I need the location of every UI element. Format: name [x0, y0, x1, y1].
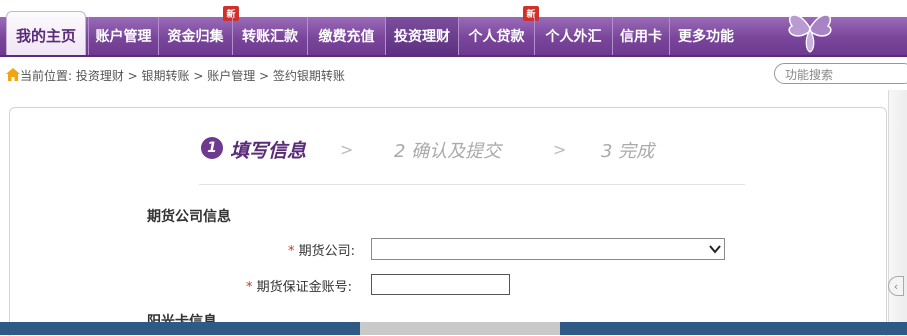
side-scroll-strip: [888, 90, 907, 335]
tab-home[interactable]: 我的主页: [6, 11, 86, 55]
tab-fund-collection[interactable]: 新 资金归集: [158, 6, 239, 55]
step-separator: >: [340, 140, 354, 159]
margin-account-input[interactable]: [371, 274, 510, 295]
collapse-arrow-icon[interactable]: ‹: [888, 276, 904, 296]
tab-personal-loan[interactable]: 新 个人贷款: [458, 6, 539, 55]
butterfly-logo-icon: [788, 14, 832, 53]
section-futures-company: 期货公司信息: [147, 209, 231, 225]
bottom-bar: [0, 322, 907, 335]
tab-payment[interactable]: 缴费充值: [307, 17, 385, 55]
step-number-badge: 1: [201, 137, 223, 159]
breadcrumb: 当前位置: 投资理财 > 银期转账 > 账户管理 > 签约银期转账: [20, 69, 345, 83]
tab-forex[interactable]: 个人外汇: [534, 17, 612, 55]
home-icon[interactable]: [6, 68, 20, 81]
top-header: 我的主页 账户管理 新 资金归集 转账汇款 缴费充值 投资理财 新 个人贷款 个…: [0, 0, 907, 60]
step-complete: 3 完成: [601, 141, 655, 162]
step-fill-info: 填写信息: [230, 140, 307, 162]
tab-account-management[interactable]: 账户管理: [88, 17, 158, 55]
margin-account-label: * 期货保证金账号:: [246, 280, 353, 295]
futures-company-label: * 期货公司:: [288, 244, 356, 259]
step-confirm-submit: 2 确认及提交: [394, 141, 502, 162]
tab-transfer[interactable]: 转账汇款: [232, 17, 307, 55]
divider: [199, 184, 745, 185]
tab-more[interactable]: 更多功能: [669, 17, 742, 55]
step-separator: >: [553, 140, 567, 159]
function-search-input[interactable]: 功能搜索: [774, 63, 907, 84]
main-nav: 我的主页 账户管理 新 资金归集 转账汇款 缴费充值 投资理财 新 个人贷款 个…: [0, 6, 907, 57]
breadcrumb-row: 当前位置: 投资理财 > 银期转账 > 账户管理 > 签约银期转账 功能搜索: [0, 60, 907, 90]
futures-company-select[interactable]: [371, 238, 725, 260]
tab-credit-card[interactable]: 信用卡: [612, 17, 669, 55]
chevron-down-icon: [709, 245, 721, 254]
tab-investment[interactable]: 投资理财: [385, 17, 458, 55]
